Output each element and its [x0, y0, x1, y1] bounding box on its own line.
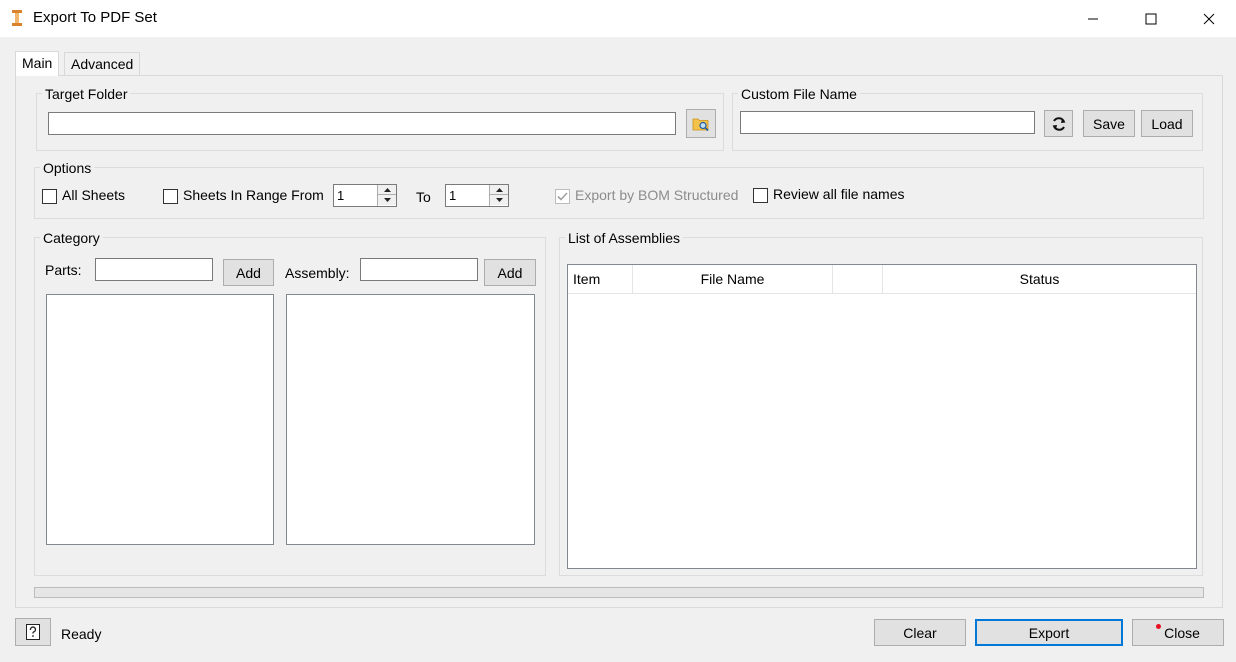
add-part-button[interactable]: Add [223, 259, 274, 286]
range-from-down-button[interactable] [378, 195, 396, 205]
assembly-label: Assembly: [285, 265, 350, 281]
assemblies-title: List of Assemblies [565, 230, 684, 246]
export-button[interactable]: Export [975, 619, 1123, 646]
folder-search-icon [692, 118, 709, 131]
arrow-down-icon [495, 198, 503, 202]
app-logo-icon [9, 9, 25, 27]
help-button[interactable] [15, 618, 51, 646]
refresh-button[interactable] [1044, 110, 1073, 137]
minimize-icon [1088, 18, 1098, 19]
column-header-blank[interactable] [833, 265, 883, 294]
sheets-in-range-label: Sheets In Range From [183, 187, 324, 203]
range-to-value: 1 [449, 188, 457, 203]
range-to-label: To [416, 189, 431, 205]
export-by-bom-checkbox[interactable] [555, 189, 570, 204]
refresh-icon [1052, 116, 1065, 131]
progress-bar [34, 587, 1204, 598]
save-button[interactable]: Save [1083, 110, 1135, 137]
range-from-up-button[interactable] [378, 185, 396, 195]
custom-file-name-input[interactable] [740, 111, 1035, 134]
review-all-file-names-label: Review all file names [773, 186, 905, 202]
arrow-up-icon [495, 187, 503, 192]
close-icon [1203, 13, 1215, 24]
custom-file-name-title: Custom File Name [738, 86, 860, 102]
tab-advanced[interactable]: Advanced [64, 52, 141, 76]
category-title: Category [40, 230, 103, 246]
arrow-up-icon [383, 187, 391, 192]
load-button[interactable]: Load [1141, 110, 1193, 137]
range-from-stepper[interactable]: 1 [333, 184, 397, 207]
close-button[interactable]: Close [1132, 619, 1224, 646]
range-from-value: 1 [337, 188, 345, 203]
assembly-category-list[interactable] [286, 294, 535, 545]
range-to-up-button[interactable] [490, 185, 508, 195]
maximize-icon [1145, 13, 1157, 24]
status-text: Ready [61, 626, 102, 642]
parts-label: Parts: [45, 262, 82, 278]
close-window-button[interactable] [1180, 0, 1236, 37]
all-sheets-label: All Sheets [62, 187, 126, 203]
close-button-label: Close [1164, 624, 1200, 641]
column-header-status[interactable]: Status [883, 265, 1196, 294]
all-sheets-checkbox[interactable] [42, 189, 57, 204]
add-assembly-button[interactable]: Add [484, 259, 536, 286]
title-bar: Export To PDF Set [0, 0, 1236, 37]
grid-header: Item File Name Status [568, 265, 1196, 294]
options-title: Options [40, 160, 95, 176]
parts-list[interactable] [46, 294, 274, 545]
browse-folder-button[interactable] [686, 109, 716, 138]
checkmark-icon [557, 192, 568, 201]
review-all-file-names-checkbox[interactable] [753, 188, 768, 203]
range-to-stepper[interactable]: 1 [445, 184, 509, 207]
close-dot-icon [1156, 624, 1162, 629]
help-icon [26, 624, 40, 640]
arrow-down-icon [383, 198, 391, 202]
assembly-input[interactable] [360, 258, 478, 281]
column-header-item[interactable]: Item [568, 265, 633, 294]
clear-button[interactable]: Clear [874, 619, 966, 646]
export-by-bom-label: Export by BOM Structured [575, 187, 739, 203]
minimize-button[interactable] [1064, 0, 1122, 37]
range-to-down-button[interactable] [490, 195, 508, 205]
target-folder-title: Target Folder [42, 86, 131, 102]
sheets-in-range-checkbox[interactable] [163, 189, 178, 204]
assemblies-grid[interactable]: Item File Name Status [567, 264, 1197, 569]
window-title: Export To PDF Set [33, 9, 157, 26]
target-folder-input[interactable] [48, 112, 676, 135]
parts-input[interactable] [95, 258, 213, 281]
column-header-file-name[interactable]: File Name [633, 265, 833, 294]
tab-main[interactable]: Main [15, 51, 60, 76]
maximize-button[interactable] [1122, 0, 1180, 37]
